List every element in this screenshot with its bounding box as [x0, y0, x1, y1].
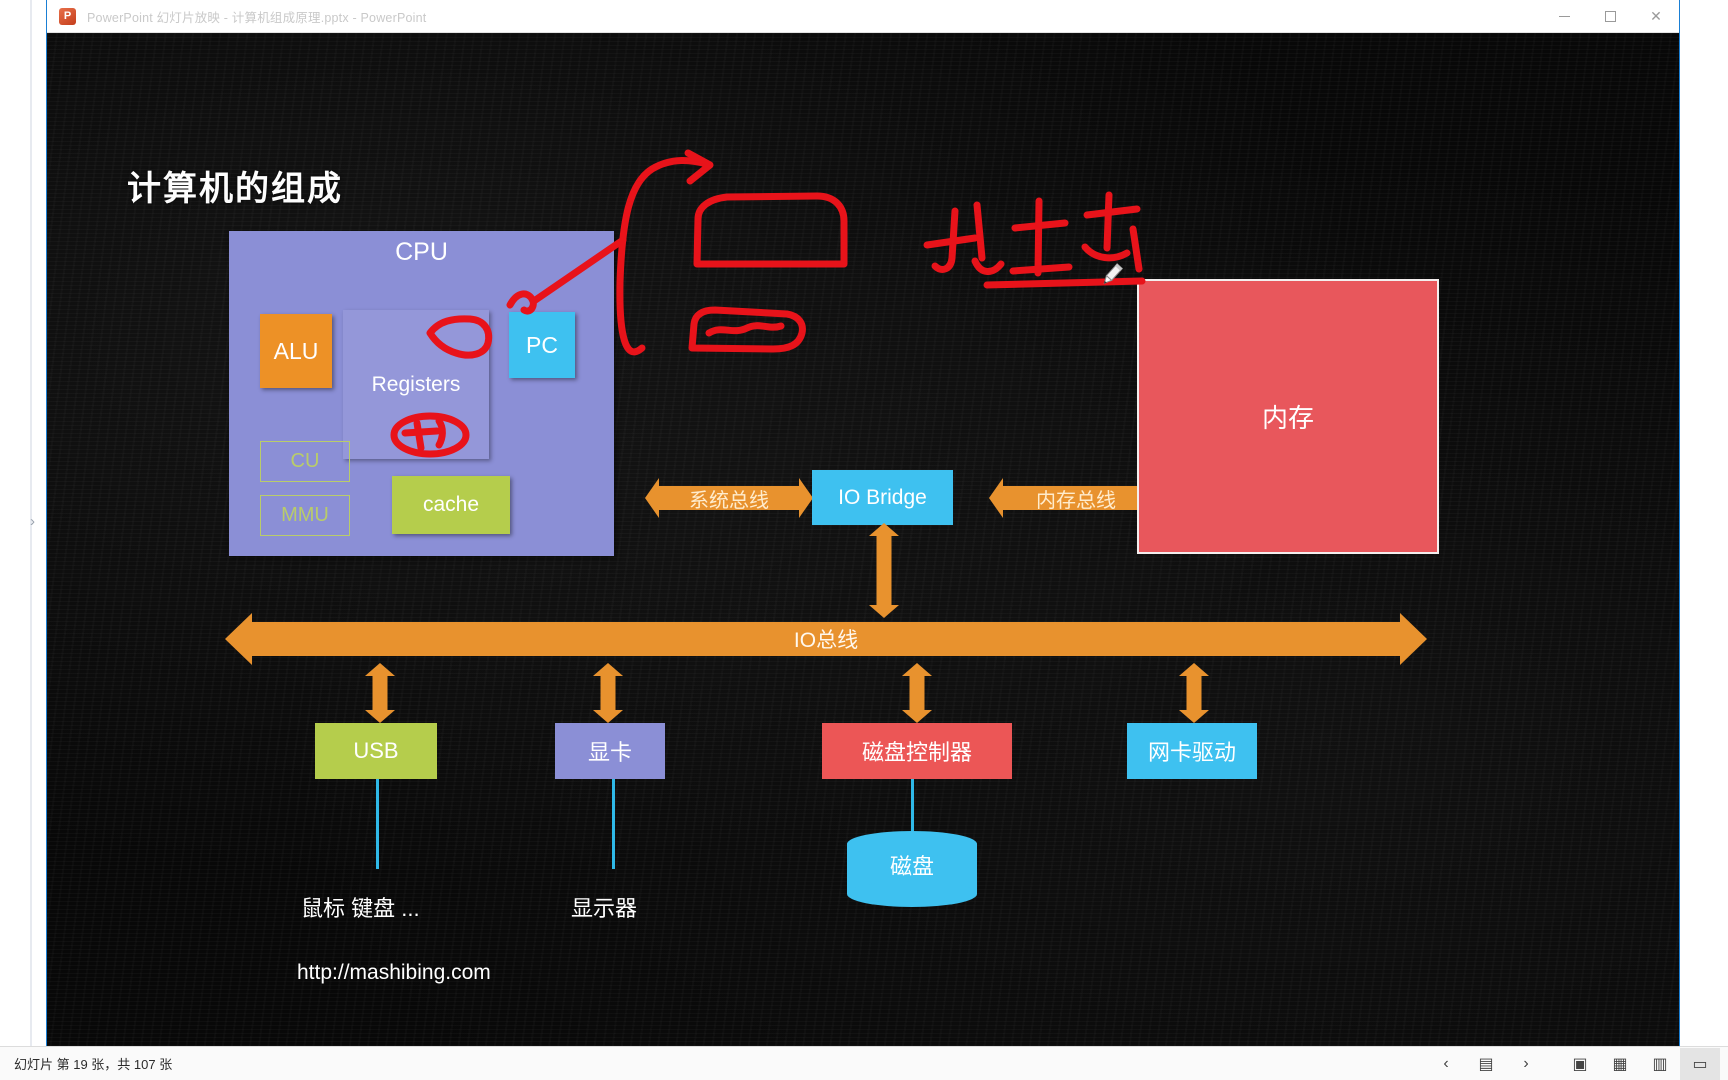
bus-bar [1186, 675, 1202, 711]
previous-slide-button[interactable]: ‹ [1426, 1048, 1466, 1080]
close-button[interactable]: ✕ [1633, 0, 1679, 33]
next-slide-button[interactable]: › [1506, 1048, 1546, 1080]
arrow-right-icon [1400, 613, 1427, 665]
window-title: PowerPoint 幻灯片放映 - 计算机组成原理.pptx - PowerP… [87, 10, 427, 25]
slideshow-view-button[interactable]: ▭ [1680, 1047, 1720, 1080]
pc-block: PC [509, 312, 575, 378]
arrow-down-icon [1179, 710, 1209, 723]
nic-block: 网卡驱动 [1127, 723, 1257, 779]
powerpoint-logo-icon: P [59, 7, 76, 25]
disk-lead-line [911, 779, 914, 834]
memory-bus-label: 内存总线 [1036, 489, 1116, 512]
usb-block: USB [315, 723, 437, 779]
io-bus-label: IO总线 [793, 629, 859, 652]
slide-title: 计算机的组成 [127, 170, 343, 208]
desktop-background: › P PowerPoint 幻灯片放映 - 计算机组成原理.pptx - Po… [0, 0, 1728, 1080]
bridge-to-iobus-arrow [869, 523, 899, 618]
cu-block: CU [260, 441, 350, 482]
system-bus-label: 系统总线 [689, 489, 769, 512]
arrow-down-icon [593, 710, 623, 723]
input-devices-label: 鼠标 键盘 ... [301, 896, 420, 921]
registers-block: Registers [343, 310, 489, 459]
arrow-down-icon [365, 710, 395, 723]
bus-bar [876, 535, 892, 606]
disk-cylinder: 磁盘 [847, 831, 977, 907]
io-bridge-block: IO Bridge [812, 470, 953, 525]
reading-view-button[interactable]: ▥ [1640, 1048, 1680, 1080]
usb-connector-arrow [365, 663, 395, 723]
gpu-lead-line [612, 779, 615, 869]
slide-show-area[interactable]: 计算机的组成 CPU ALU Registers PC CU MMU cache… [47, 33, 1679, 1046]
diskctl-connector-arrow [902, 663, 932, 723]
outline-view-button[interactable]: ▤ [1466, 1048, 1506, 1080]
maximize-button[interactable] [1587, 0, 1633, 33]
bus-bar [372, 675, 388, 711]
arrow-left-icon [645, 478, 659, 518]
cache-block: cache [392, 476, 510, 534]
alu-block: ALU [260, 314, 332, 388]
status-bar: 幻灯片 第 19 张，共 107 张 ‹ ▤ › ▣ ▦ ▥ ▭ [0, 1046, 1728, 1080]
title-bar: P PowerPoint 幻灯片放映 - 计算机组成原理.pptx - Powe… [47, 0, 1679, 33]
gpu-connector-arrow [593, 663, 623, 723]
mmu-block: MMU [260, 495, 350, 536]
arrow-left-icon [989, 478, 1003, 518]
gpu-block: 显卡 [555, 723, 665, 779]
memory-block: 内存 [1137, 279, 1439, 554]
arrow-down-icon [902, 710, 932, 723]
io-bus-arrow: IO总线 [225, 613, 1427, 665]
pencil-cursor-icon [1103, 263, 1124, 285]
bus-bar [600, 675, 616, 711]
arrow-left-icon [225, 613, 252, 665]
slide-sorter-view-button[interactable]: ▦ [1600, 1048, 1640, 1080]
bus-bar [909, 675, 925, 711]
nic-connector-arrow [1179, 663, 1209, 723]
system-bus-arrow: 系统总线 [645, 473, 813, 523]
slide-counter-text: 幻灯片 第 19 张，共 107 张 [14, 1057, 173, 1072]
arrow-right-icon [799, 478, 813, 518]
disk-label: 磁盘 [889, 854, 934, 879]
minimize-button[interactable] [1541, 0, 1587, 33]
left-gutter: › [0, 0, 46, 1080]
slide-content: 计算机的组成 CPU ALU Registers PC CU MMU cache… [47, 33, 1679, 1046]
disk-controller-block: 磁盘控制器 [822, 723, 1012, 779]
cylinder-bottom [847, 881, 977, 907]
window-controls: ✕ [1541, 0, 1679, 33]
cpu-label: CPU [395, 238, 448, 266]
powerpoint-window: P PowerPoint 幻灯片放映 - 计算机组成原理.pptx - Powe… [46, 0, 1680, 1080]
usb-lead-line [376, 779, 379, 869]
monitor-label: 显示器 [571, 896, 638, 921]
normal-view-button[interactable]: ▣ [1560, 1048, 1600, 1080]
gutter-expand-arrow-icon[interactable]: › [30, 512, 44, 532]
view-controls: ‹ ▤ › ▣ ▦ ▥ ▭ [1426, 1047, 1720, 1080]
gutter-rail [30, 0, 32, 1080]
course-url-label: http://mashibing.com [297, 961, 491, 984]
